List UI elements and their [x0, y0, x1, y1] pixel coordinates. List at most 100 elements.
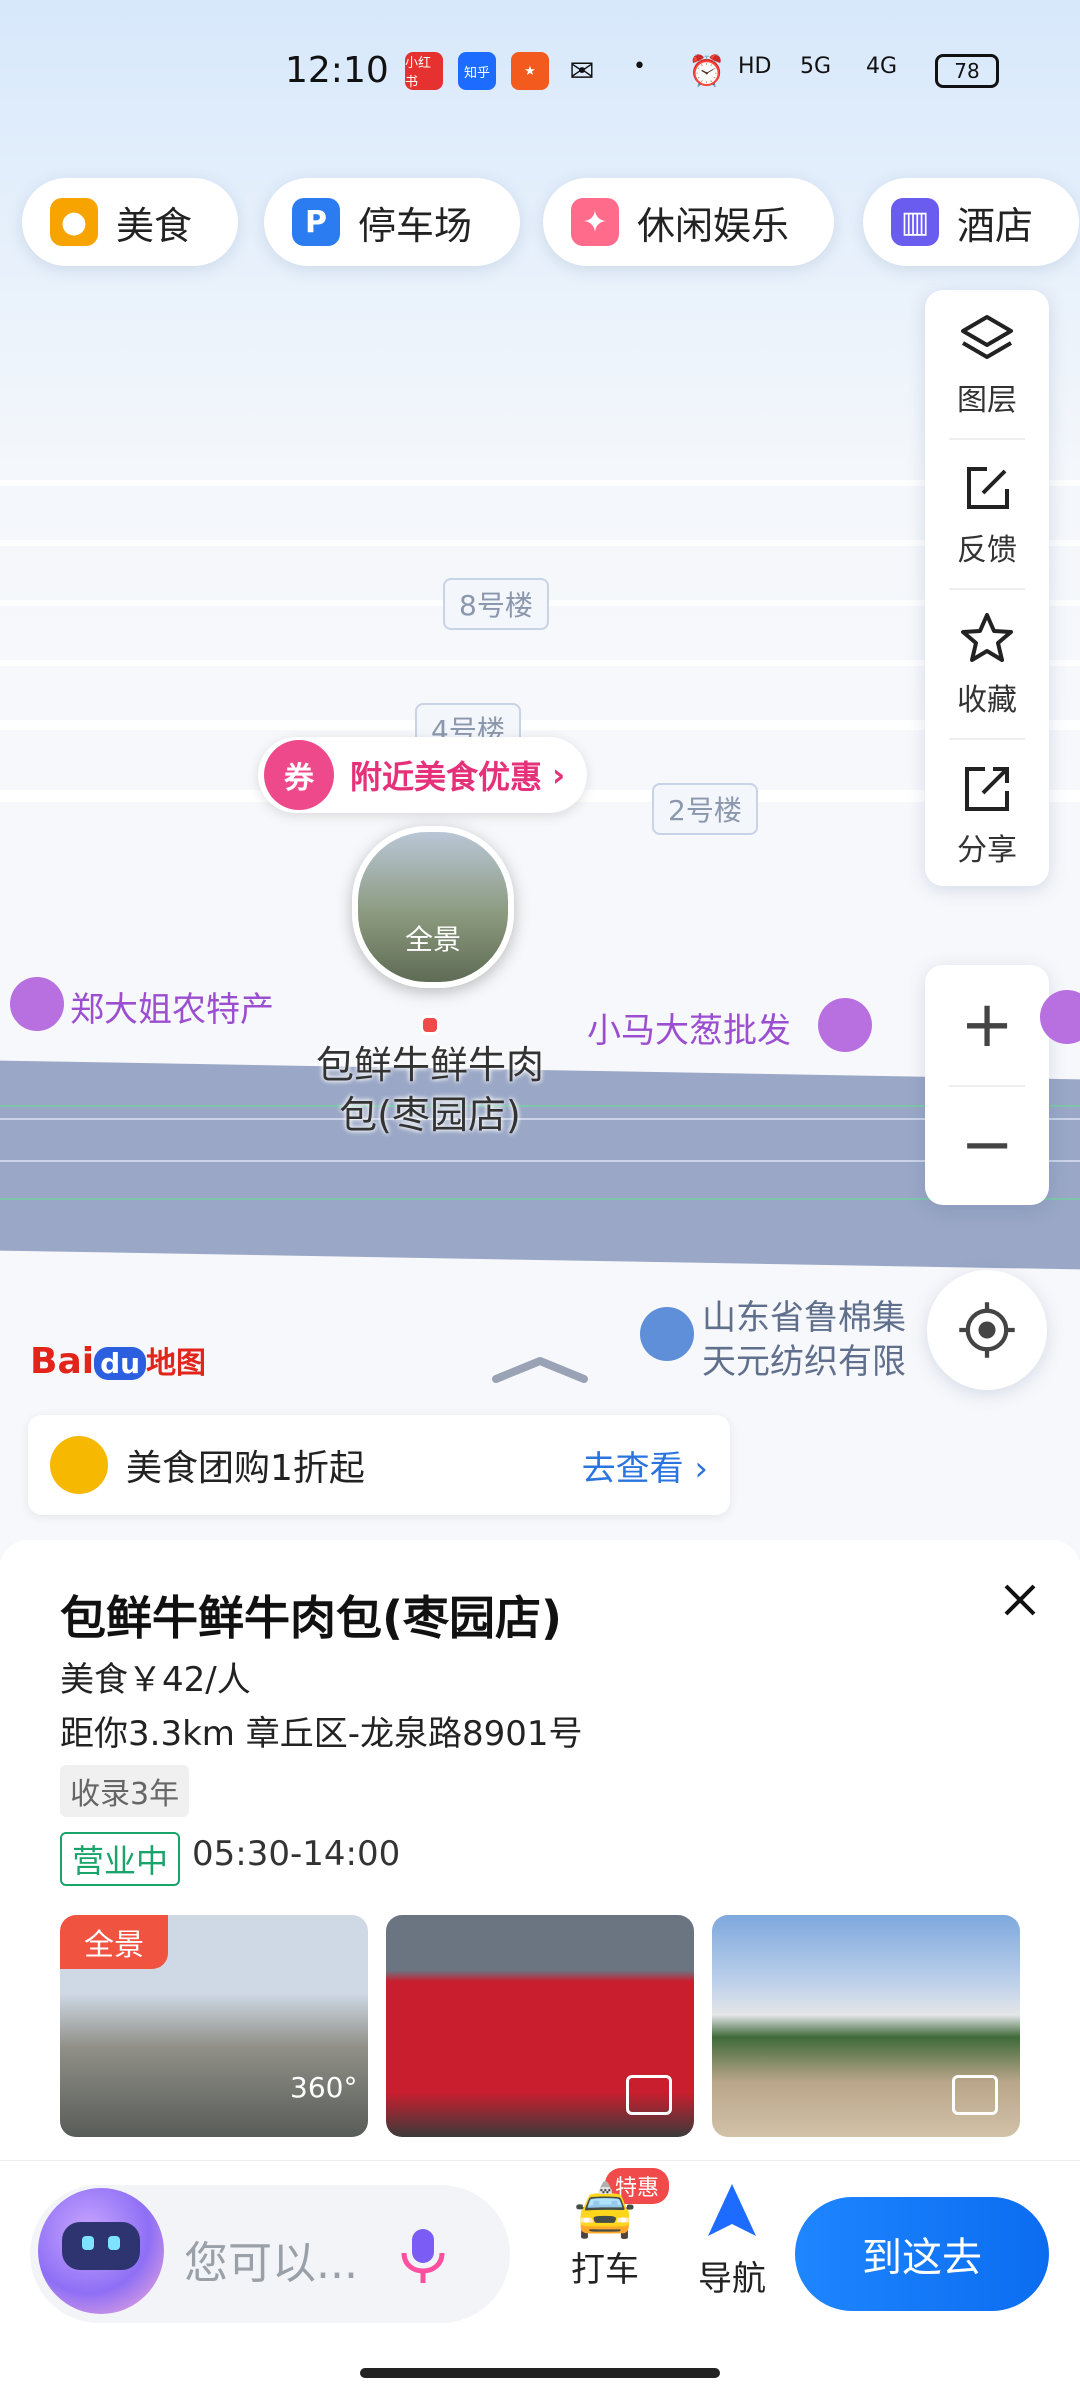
poi-zheng-dajie[interactable]: 郑大姐农特产 — [70, 982, 274, 1031]
coupon-icon: 券 — [264, 740, 334, 810]
edit-icon — [967, 467, 1009, 509]
close-button[interactable] — [980, 1560, 1060, 1640]
place-photo[interactable] — [386, 1915, 694, 2137]
assistant-robot-icon[interactable] — [38, 2188, 164, 2314]
zoom-control: + − — [925, 965, 1049, 1205]
robot-face — [62, 2222, 140, 2270]
category-food[interactable]: ● 美食 — [22, 178, 238, 266]
shop-pin-icon[interactable] — [818, 998, 872, 1052]
feedback-button[interactable]: 反馈 — [925, 440, 1049, 588]
game-icon: ✦ — [571, 198, 619, 246]
poi-label[interactable]: 包鲜牛鲜牛肉 包(枣园店) — [260, 1040, 600, 1140]
business-hours: 05:30-14:00 — [192, 1834, 401, 1874]
listed-years-tag: 收录3年 — [60, 1765, 190, 1817]
coupon-text: 美食团购1折起 — [126, 1448, 365, 1489]
place-title: 包鲜牛鲜牛肉包(枣园店) — [60, 1591, 563, 1645]
feedback-label: 反馈 — [957, 533, 1017, 568]
category-label: 酒店 — [957, 203, 1034, 248]
close-icon — [1004, 1584, 1036, 1616]
navigation-arrow-icon — [708, 2184, 756, 2236]
poi-label-line: 包(枣园店) — [339, 1093, 521, 1137]
zoom-in-button[interactable]: + — [925, 965, 1049, 1085]
category-label: 休闲娱乐 — [637, 203, 790, 248]
category-parking[interactable]: P 停车场 — [264, 178, 520, 266]
chevron-right-icon: › — [552, 756, 566, 794]
battery-level: 78 — [954, 59, 980, 83]
favorite-button[interactable]: 收藏 — [925, 590, 1049, 738]
map-road — [0, 720, 1080, 730]
coupon-link-label: 去查看 — [581, 1448, 684, 1489]
status-time: 12:10 — [285, 50, 389, 91]
status-bar: 12:10 小红书 知乎 ★ ✉ • ⏰ HD 5G 4G 78 — [0, 0, 1080, 140]
nearby-food-promo[interactable]: 券 附近美食优惠 › — [258, 737, 588, 813]
map-tools-panel: 图层 反馈 收藏 分享 — [925, 290, 1049, 886]
category-entertainment[interactable]: ✦ 休闲娱乐 — [543, 178, 834, 266]
navigate-button[interactable]: 导航 — [677, 2180, 787, 2300]
share-button[interactable]: 分享 — [925, 740, 1049, 888]
poi-label-line: 包鲜牛鲜牛肉 — [315, 1043, 544, 1087]
layers-icon — [961, 315, 1013, 359]
4g-signal-icon: 4G — [866, 54, 898, 79]
building-label: 2号楼 — [652, 783, 758, 835]
zoom-out-button[interactable]: − — [925, 1085, 1049, 1205]
favorite-label: 收藏 — [957, 683, 1017, 718]
distance-address: 距你3.3km 章丘区-龙泉路8901号 — [60, 1714, 583, 1754]
battery-icon: 78 — [935, 54, 999, 88]
category-label: 美食 — [116, 203, 193, 248]
road-lane — [0, 1198, 1080, 1200]
go-here-label: 到这去 — [862, 2235, 982, 2281]
shop-pin-icon[interactable] — [10, 977, 64, 1031]
view-coupon-link[interactable]: 去查看 › — [582, 1441, 708, 1490]
image-icon — [626, 2075, 672, 2115]
hotel-icon: ▥ — [891, 198, 939, 246]
company-pin-icon[interactable] — [640, 1307, 694, 1361]
poi-company[interactable]: 山东省鲁棉集 天元纺织有限 — [702, 1296, 906, 1384]
coupon-banner[interactable]: 美食团购1折起 去查看 › — [28, 1415, 730, 1515]
poi-company-line: 天元纺织有限 — [702, 1342, 906, 1382]
share-icon — [965, 767, 1009, 811]
image-icon — [952, 2075, 998, 2115]
zhihu-icon: 知乎 — [458, 52, 496, 90]
expand-handle-icon[interactable] — [490, 1355, 590, 1385]
logo-text: du — [94, 1347, 147, 1380]
map-road — [0, 540, 1080, 546]
360-icon: 360° — [290, 2071, 358, 2104]
navigate-label: 导航 — [698, 2259, 766, 2299]
star-icon — [961, 613, 1013, 662]
locate-button[interactable] — [927, 1270, 1047, 1390]
layers-label: 图层 — [957, 383, 1017, 418]
panorama-label: 全景 — [404, 923, 461, 956]
place-photo[interactable] — [712, 1915, 1020, 2137]
category-hotel[interactable]: ▥ 酒店 — [863, 178, 1079, 266]
xiaohongshu-icon: 小红书 — [405, 52, 443, 90]
baidu-map-logo: Bai du 地图 — [30, 1338, 206, 1382]
road-lane — [0, 1160, 1080, 1162]
wechat-icon: ✉ — [569, 53, 595, 89]
home-indicator[interactable] — [360, 2368, 720, 2378]
assistant-placeholder: 您可以... — [184, 2238, 358, 2289]
app-badge-icon: ★ — [511, 52, 549, 90]
taxi-button[interactable]: 🚖 打车 — [550, 2180, 660, 2291]
dot-icon: • — [633, 54, 646, 79]
map-road — [0, 660, 1080, 666]
panorama-badge: 全景 — [60, 1915, 168, 1969]
panorama-thumbnail[interactable]: 全景 — [352, 826, 514, 988]
taxi-label: 打车 — [571, 2250, 639, 2290]
layers-button[interactable]: 图层 — [925, 290, 1049, 438]
logo-text: 地图 — [146, 1346, 207, 1381]
5g-signal-icon: 5G — [800, 54, 832, 79]
food-icon: ● — [50, 198, 98, 246]
microphone-icon[interactable] — [400, 2225, 446, 2287]
poi-company-line: 山东省鲁棉集 — [702, 1298, 906, 1338]
location-pin[interactable] — [420, 1015, 440, 1035]
hd-label: HD — [738, 54, 772, 79]
alarm-icon: ⏰ — [688, 54, 726, 89]
logo-text: Bai — [30, 1341, 95, 1382]
place-photo-panorama[interactable]: 全景 360° — [60, 1915, 368, 2137]
robot-eye — [108, 2236, 120, 2250]
parking-icon: P — [292, 198, 340, 246]
robot-eye — [82, 2236, 94, 2250]
go-here-button[interactable]: 到这去 — [795, 2197, 1049, 2311]
poi-xiaoma[interactable]: 小马大葱批发 — [587, 1003, 791, 1052]
category-label: 停车场 — [358, 203, 473, 248]
